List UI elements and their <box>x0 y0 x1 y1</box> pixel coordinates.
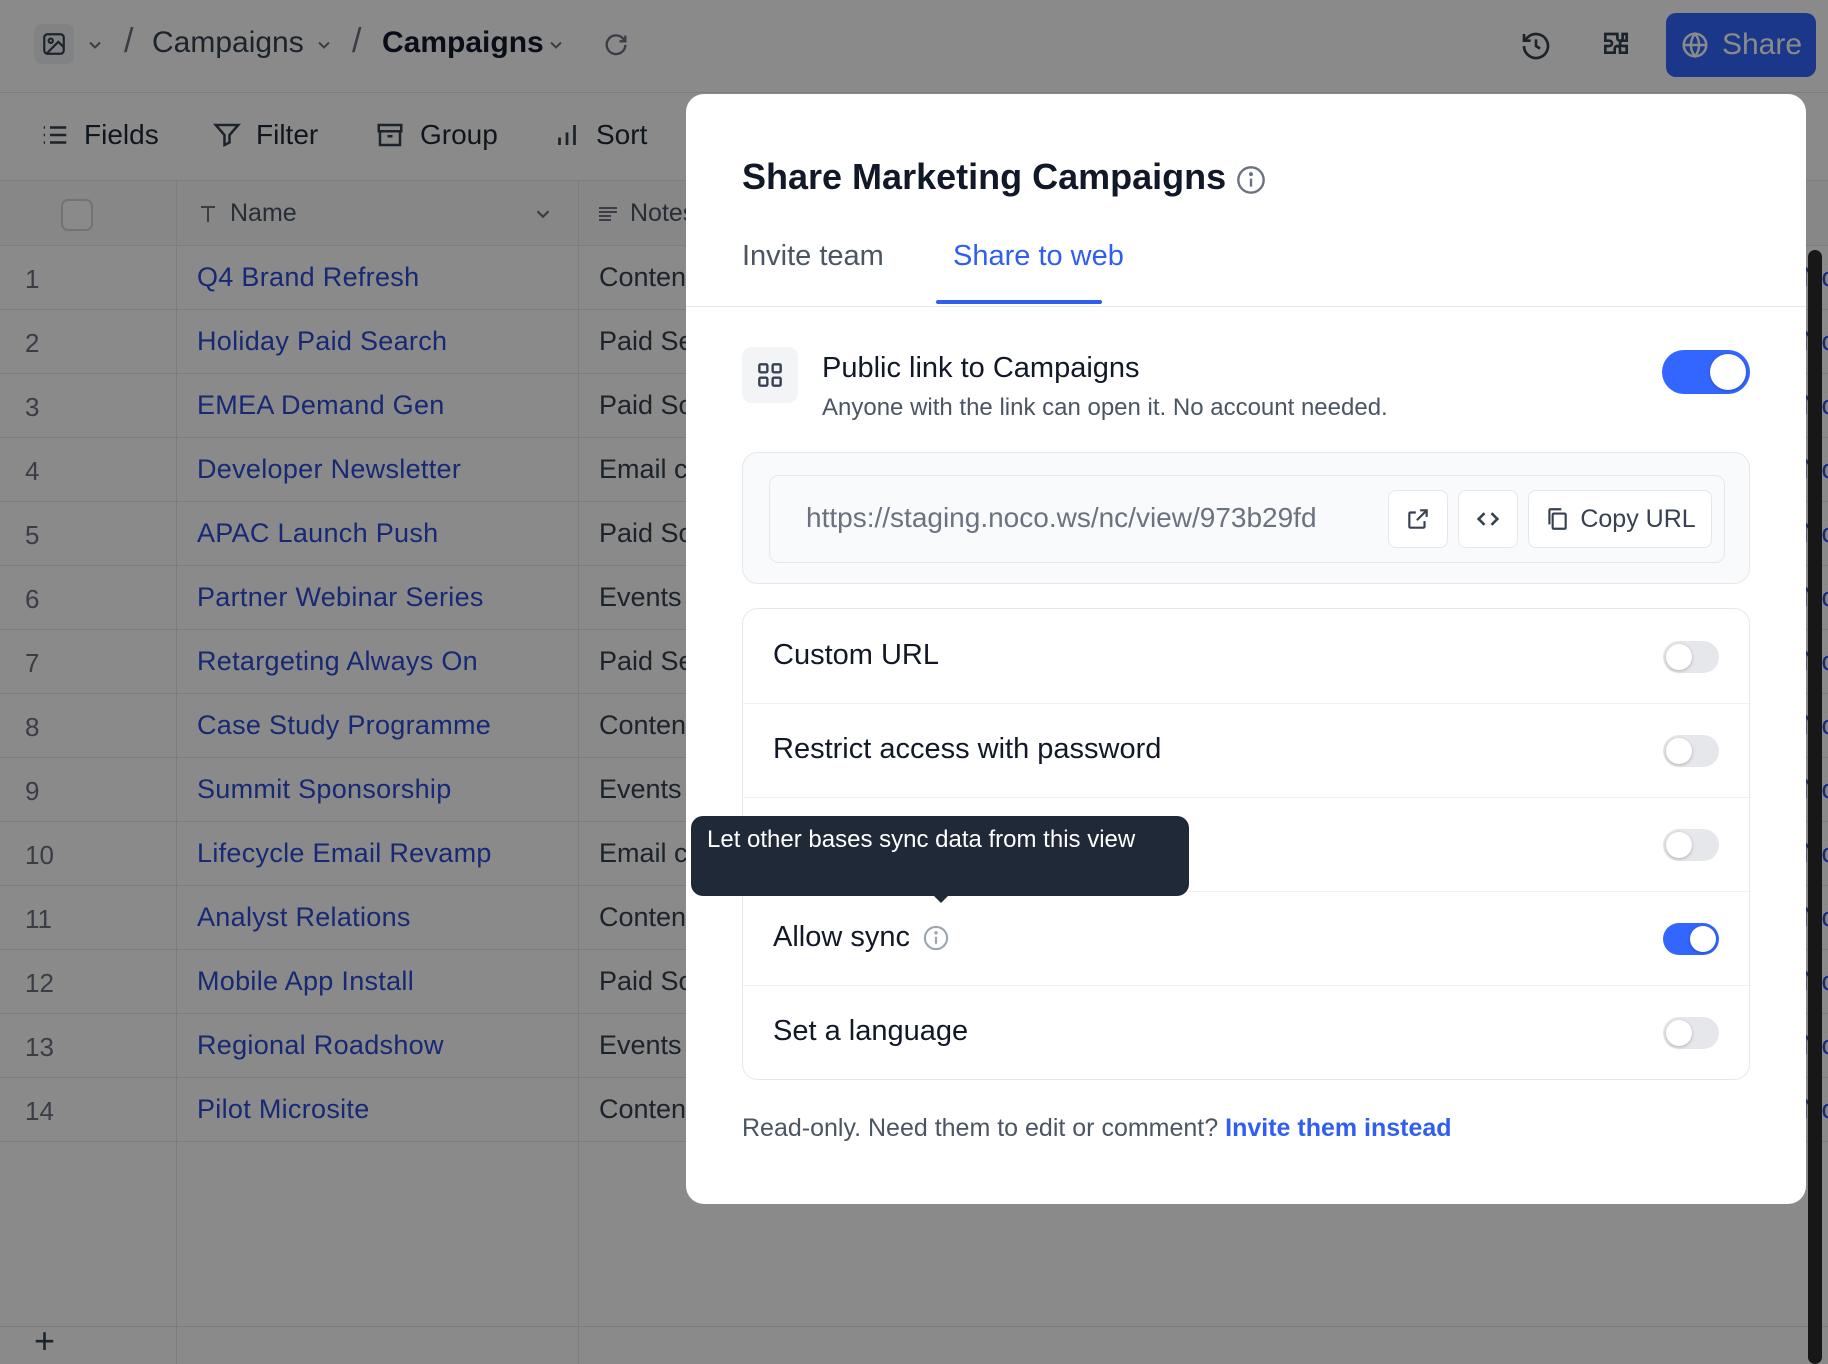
modal-footer: Read-only. Need them to edit or comment?… <box>742 1114 1452 1143</box>
toggle-knob <box>1666 738 1692 764</box>
allow-sync-toggle[interactable] <box>1663 923 1719 955</box>
option-password: Restrict access with password <box>743 703 1751 797</box>
external-link-icon <box>1408 509 1428 529</box>
share-modal: Share Marketing Campaigns Invite team Sh… <box>686 94 1806 1204</box>
grid-view-icon <box>742 347 798 403</box>
hidden-option-toggle[interactable] <box>1663 829 1719 861</box>
language-toggle[interactable] <box>1663 1017 1719 1049</box>
info-icon[interactable] <box>1235 164 1267 196</box>
tab-share-to-web[interactable]: Share to web <box>953 240 1124 273</box>
copy-icon <box>1548 508 1568 530</box>
embed-code-button[interactable] <box>1458 490 1518 548</box>
tooltip-arrow <box>932 894 950 903</box>
url-panel: https://staging.noco.ws/nc/view/973b29fd… <box>742 452 1750 584</box>
option-allow-sync-label: Allow sync <box>773 921 910 953</box>
custom-url-toggle[interactable] <box>1663 641 1719 673</box>
open-link-button[interactable] <box>1388 490 1448 548</box>
option-language-label: Set a language <box>773 1015 969 1047</box>
toggle-knob <box>1666 832 1692 858</box>
public-link-subtitle: Anyone with the link can open it. No acc… <box>822 394 1388 421</box>
copy-url-label: Copy URL <box>1580 504 1696 533</box>
option-allow-sync: Allow sync <box>743 891 1751 985</box>
toggle-knob <box>1666 644 1692 670</box>
toggle-knob <box>1690 926 1716 952</box>
code-icon <box>1476 512 1500 526</box>
password-toggle[interactable] <box>1663 735 1719 767</box>
tabs-divider <box>686 306 1806 307</box>
footer-text: Read-only. Need them to edit or comment? <box>742 1114 1219 1142</box>
public-link-title: Public link to Campaigns <box>822 352 1140 384</box>
toggle-knob <box>1666 1020 1692 1046</box>
tab-invite-team[interactable]: Invite team <box>742 240 884 273</box>
option-password-label: Restrict access with password <box>773 733 1162 765</box>
copy-url-button[interactable]: Copy URL <box>1528 490 1712 548</box>
option-custom-url: Custom URL <box>743 609 1751 703</box>
modal-title: Share Marketing Campaigns <box>742 156 1227 197</box>
url-field: https://staging.noco.ws/nc/view/973b29fd… <box>769 475 1725 563</box>
public-link-toggle[interactable] <box>1662 350 1750 394</box>
active-tab-indicator <box>936 300 1102 304</box>
share-url-text[interactable]: https://staging.noco.ws/nc/view/973b29fd <box>806 502 1376 534</box>
app-window: / Campaigns / Campaigns Share Fields Fil… <box>0 0 1828 1364</box>
info-icon[interactable] <box>922 924 950 952</box>
option-language: Set a language <box>743 985 1751 1079</box>
toggle-knob <box>1710 354 1746 390</box>
tooltip: Let other bases sync data from this view <box>691 816 1189 896</box>
option-custom-url-label: Custom URL <box>773 639 939 671</box>
invite-instead-link[interactable]: Invite them instead <box>1225 1114 1451 1142</box>
